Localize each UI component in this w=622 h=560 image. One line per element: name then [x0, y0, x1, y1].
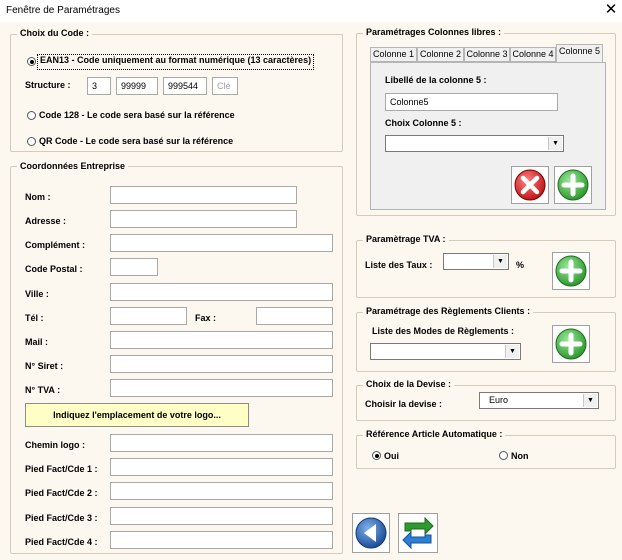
address-label: Adresse : — [25, 216, 67, 226]
footer1-label: Pied Fact/Cde 1 : — [25, 464, 98, 474]
complement-label: Complément : — [25, 240, 86, 250]
phone-field[interactable] — [110, 307, 187, 325]
fax-label: Fax : — [195, 313, 217, 323]
chevron-down-icon: ▼ — [505, 345, 519, 358]
plus-icon — [555, 255, 587, 287]
logo-path-field[interactable] — [110, 434, 333, 452]
auto-ref-no-radio[interactable] — [499, 451, 508, 460]
tab-colonne-1[interactable]: Colonne 1 — [370, 47, 417, 62]
structure-field-1[interactable]: 3 — [87, 77, 111, 95]
phone-label: Tél : — [25, 313, 44, 323]
ean13-label: EAN13 - Code uniquement au format numéri… — [40, 55, 312, 65]
add-column-button[interactable] — [554, 166, 592, 204]
code128-label[interactable]: Code 128 - Le code sera basé sur la réfé… — [39, 110, 235, 120]
auto-ref-legend: Référence Article Automatique : — [363, 429, 506, 439]
ean13-radio[interactable] — [27, 57, 36, 66]
structure-field-3[interactable]: 999544 — [163, 77, 207, 95]
currency-legend: Choix de la Devise : — [363, 379, 455, 389]
column-choice-select[interactable]: ▼ — [385, 135, 564, 152]
plus-icon — [555, 328, 587, 360]
auto-ref-no-label[interactable]: Non — [511, 451, 529, 461]
payment-mode-select[interactable]: ▼ — [370, 343, 521, 360]
add-vat-button[interactable] — [552, 252, 590, 290]
chevron-down-icon: ▼ — [493, 255, 507, 268]
address-field[interactable] — [110, 210, 297, 228]
mail-label: Mail : — [25, 337, 49, 347]
tab-colonne-5[interactable]: Colonne 5 — [556, 44, 603, 62]
auto-ref-yes-label[interactable]: Oui — [384, 451, 399, 461]
code128-radio[interactable] — [27, 111, 36, 120]
chevron-down-icon: ▼ — [583, 394, 597, 407]
vat-number-label: N° TVA : — [25, 385, 61, 395]
tab-colonne-4[interactable]: Colonne 4 — [510, 47, 556, 62]
tab-colonne-2[interactable]: Colonne 2 — [417, 47, 464, 62]
column-choice-title: Choix Colonne 5 : — [385, 118, 462, 128]
vat-rate-select[interactable]: ▼ — [443, 253, 509, 270]
free-columns-legend: Paramétrages Colonnes libres : — [363, 27, 505, 37]
footer2-label: Pied Fact/Cde 2 : — [25, 488, 98, 498]
siret-label: N° Siret : — [25, 361, 64, 371]
city-label: Ville : — [25, 289, 49, 299]
qr-radio[interactable] — [27, 137, 36, 146]
delete-column-button[interactable] — [511, 166, 549, 204]
postal-field[interactable] — [110, 258, 158, 276]
code-choice-legend: Choix du Code : — [17, 28, 92, 38]
ean13-option[interactable]: EAN13 - Code uniquement au format numéri… — [37, 54, 315, 70]
column-label-title: Libellé de la colonne 5 : — [385, 75, 487, 85]
currency-value: Euro — [489, 395, 509, 405]
column-label-field[interactable]: Colonne5 — [385, 93, 558, 111]
siret-field[interactable] — [110, 355, 333, 373]
structure-key-field[interactable]: Clé — [212, 77, 238, 95]
footer1-field[interactable] — [110, 458, 333, 476]
currency-label: Choisir la devise : — [365, 399, 443, 409]
tab-colonne-3[interactable]: Colonne 3 — [464, 47, 510, 62]
footer4-label: Pied Fact/Cde 4 : — [25, 537, 98, 547]
close-icon[interactable]: ✕ — [603, 2, 619, 18]
structure-label: Structure : — [25, 80, 71, 90]
plus-icon — [557, 169, 589, 201]
back-button[interactable] — [352, 513, 390, 553]
payment-modes-label: Liste des Modes de Règlements : — [372, 326, 515, 336]
payments-legend: Paramétrage des Règlements Clients : — [363, 306, 534, 316]
postal-label: Code Postal : — [25, 264, 83, 274]
percent-label: % — [516, 260, 525, 270]
footer3-field[interactable] — [110, 507, 333, 525]
auto-ref-yes-radio[interactable] — [372, 451, 381, 460]
company-legend: Coordonnées Entreprise — [17, 161, 129, 171]
add-payment-button[interactable] — [552, 325, 590, 363]
refresh-icon — [402, 516, 434, 550]
chevron-down-icon: ▼ — [548, 137, 562, 150]
vat-rates-label: Liste des Taux : — [365, 260, 433, 270]
fax-field[interactable] — [256, 307, 333, 325]
complement-field[interactable] — [110, 234, 333, 252]
vat-legend: Paramètrage TVA : — [363, 234, 449, 244]
vat-number-field[interactable] — [110, 379, 333, 397]
back-arrow-icon — [355, 517, 387, 549]
footer2-field[interactable] — [110, 482, 333, 500]
structure-field-2[interactable]: 99999 — [116, 77, 158, 95]
city-field[interactable] — [110, 283, 333, 301]
delete-icon — [514, 169, 546, 201]
name-field[interactable] — [110, 186, 297, 204]
name-label: Nom : — [25, 192, 51, 202]
logo-path-label: Chemin logo : — [25, 440, 85, 450]
qr-label[interactable]: QR Code - Le code sera basé sur la référ… — [39, 136, 233, 146]
currency-select[interactable]: Euro ▼ — [479, 392, 599, 409]
logo-location-button[interactable]: Indiquez l'emplacement de votre logo... — [25, 403, 249, 427]
footer3-label: Pied Fact/Cde 3 : — [25, 513, 98, 523]
footer4-field[interactable] — [110, 531, 333, 549]
window-title: Fenêtre de Paramétrages — [6, 5, 120, 16]
refresh-button[interactable] — [398, 513, 438, 553]
mail-field[interactable] — [110, 331, 333, 349]
